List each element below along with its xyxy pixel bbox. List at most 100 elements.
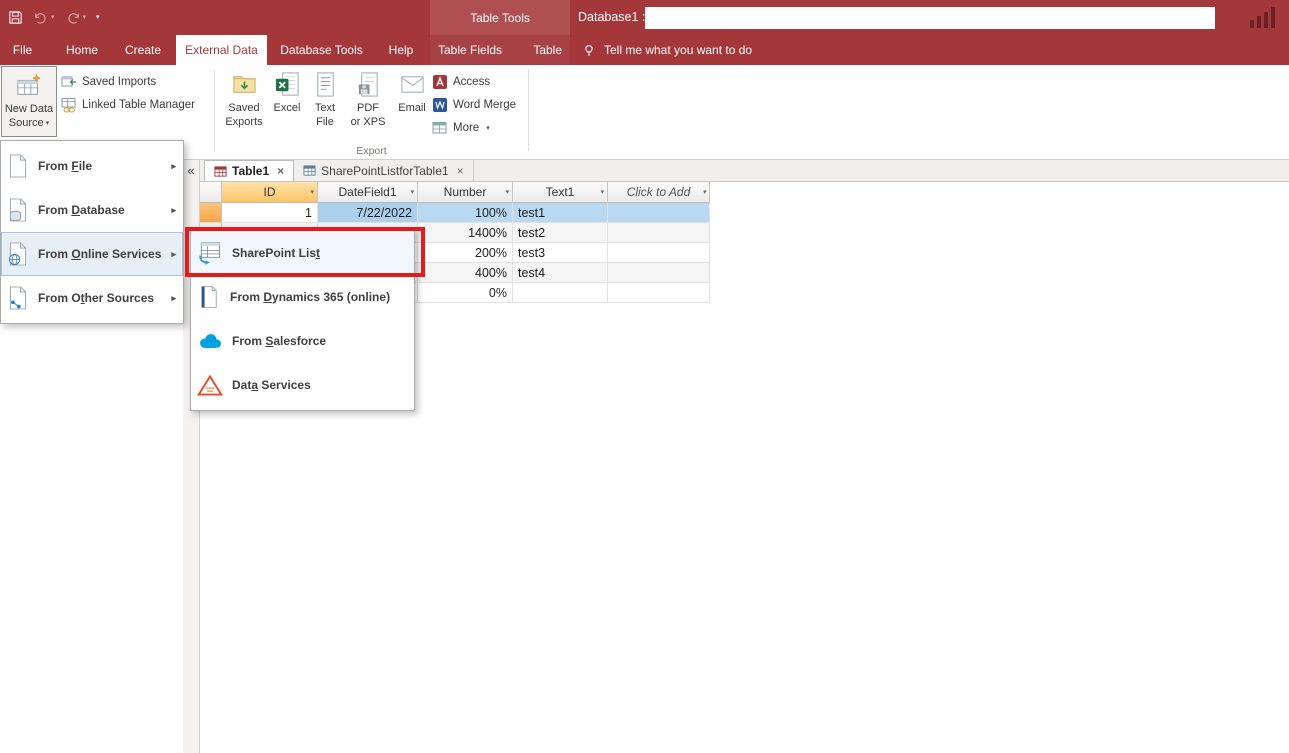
menu-item-label: From Online Services	[38, 247, 162, 261]
cell-number[interactable]: 200%	[418, 243, 513, 263]
cell-click-to-add[interactable]	[608, 203, 710, 223]
tab-create[interactable]: Create	[118, 35, 168, 65]
tell-me-box[interactable]: Tell me what you want to do	[582, 35, 752, 65]
tab-help[interactable]: Help	[380, 35, 422, 65]
qat-customize-button[interactable]: ▾	[96, 14, 100, 21]
column-header-text1[interactable]: Text1 ▾	[513, 182, 608, 203]
column-dropdown-icon[interactable]: ▾	[410, 188, 414, 196]
column-dropdown-icon[interactable]: ▾	[702, 188, 706, 196]
email-icon	[400, 76, 424, 93]
new-data-source-menu: From File ▸ From Database ▸ From Online …	[0, 140, 184, 324]
close-tab-icon[interactable]: ×	[277, 164, 284, 178]
cell-text1[interactable]: test3	[513, 243, 608, 263]
email-button[interactable]: Email	[392, 65, 432, 130]
qat-customize-icon: ▾	[96, 14, 100, 21]
cell-number[interactable]: 1400%	[418, 223, 513, 243]
collapse-pane-icon[interactable]: «	[183, 160, 199, 182]
column-dropdown-icon[interactable]: ▾	[600, 188, 604, 196]
saved-exports-icon	[232, 76, 256, 93]
menu-item-from-database[interactable]: From Database ▸	[1, 188, 183, 232]
save-icon	[9, 11, 22, 24]
cell-number[interactable]: 100%	[418, 203, 513, 223]
undo-button[interactable]: ▾	[33, 11, 55, 25]
cell-number[interactable]: 0%	[418, 283, 513, 303]
export-group-label: Export	[356, 145, 387, 157]
access-window: ▾ ▾ ▾ Table Tools Database1 : File Home …	[0, 0, 1289, 753]
cell-click-to-add[interactable]	[608, 283, 710, 303]
menu-item-sharepoint-list[interactable]: SharePoint List	[191, 231, 414, 275]
group-separator	[528, 69, 529, 151]
column-dropdown-icon[interactable]: ▾	[310, 188, 314, 196]
table-icon	[303, 165, 316, 176]
dynamics-365-icon	[201, 286, 217, 308]
menu-item-from-file[interactable]: From File ▸	[1, 144, 183, 188]
save-button[interactable]	[8, 10, 23, 25]
new-data-source-icon	[17, 73, 41, 95]
file-icon	[9, 154, 27, 178]
export-group: Saved Exports Excel Text File PDF or XPS…	[215, 65, 528, 159]
signal-bars-icon	[1250, 7, 1275, 28]
redo-button[interactable]: ▾	[65, 11, 87, 25]
linked-table-manager-label: Linked Table Manager	[82, 99, 195, 111]
tab-database-tools[interactable]: Database Tools	[276, 35, 367, 65]
new-data-source-button[interactable]: New Data Source ▾	[1, 66, 57, 137]
menu-item-label: Data Services	[232, 378, 311, 392]
cell-datefield1[interactable]: 7/22/2022	[318, 203, 418, 223]
linked-table-manager-button[interactable]: Linked Table Manager	[61, 95, 195, 115]
word-merge-label: Word Merge	[453, 99, 517, 111]
close-tab-icon[interactable]: ×	[457, 164, 464, 178]
menu-item-from-dynamics-365[interactable]: From Dynamics 365 (online)	[191, 275, 414, 319]
column-header-datefield1[interactable]: DateField1 ▾	[318, 182, 418, 203]
cell-text1[interactable]: test4	[513, 263, 608, 283]
document-tab-table1[interactable]: Table1 ×	[204, 160, 295, 181]
cell-id[interactable]: 1	[222, 203, 318, 223]
select-all-corner[interactable]	[200, 182, 222, 203]
document-tab-sharepointlistfortable1[interactable]: SharePointListforTable1 ×	[294, 160, 474, 181]
cell-text1[interactable]: test1	[513, 203, 608, 223]
linked-table-manager-icon	[61, 98, 76, 113]
tab-home[interactable]: Home	[57, 35, 107, 65]
tell-me-label: Tell me what you want to do	[604, 43, 753, 57]
row-selector[interactable]	[200, 203, 222, 223]
submenu-arrow-icon: ▸	[171, 292, 176, 303]
saved-exports-button[interactable]: Saved Exports	[220, 65, 268, 130]
word-merge-button[interactable]: Word Merge	[432, 95, 516, 115]
cell-click-to-add[interactable]	[608, 223, 710, 243]
pdf-xps-button[interactable]: PDF or XPS	[344, 65, 392, 130]
saved-imports-button[interactable]: Saved Imports	[61, 72, 195, 92]
table-row: 1 7/22/2022 100% test1	[200, 203, 710, 223]
text-file-button[interactable]: Text File	[306, 65, 344, 130]
more-export-icon	[432, 122, 447, 134]
column-header-click-to-add[interactable]: Click to Add ▾	[608, 182, 710, 203]
column-header-number[interactable]: Number ▾	[418, 182, 513, 203]
cell-text1[interactable]: test2	[513, 223, 608, 243]
column-dropdown-icon[interactable]: ▾	[505, 188, 509, 196]
cell-click-to-add[interactable]	[608, 243, 710, 263]
document-tab-label: SharePointListforTable1	[321, 163, 449, 178]
access-label: Access	[453, 76, 491, 88]
titlebar-field[interactable]	[645, 7, 1215, 29]
more-export-button[interactable]: More ▾	[432, 118, 516, 138]
menu-item-label: From Salesforce	[232, 334, 327, 348]
tab-external-data[interactable]: External Data	[176, 35, 267, 65]
excel-button[interactable]: Excel	[268, 65, 306, 130]
menu-item-label: SharePoint List	[232, 246, 321, 260]
excel-icon	[275, 72, 299, 96]
cell-click-to-add[interactable]	[608, 263, 710, 283]
tab-file[interactable]: File	[0, 35, 45, 65]
menu-item-from-salesforce[interactable]: From Salesforce	[191, 319, 414, 363]
cell-text1[interactable]	[513, 283, 608, 303]
submenu-arrow-icon: ▸	[171, 248, 176, 259]
tab-table-fields[interactable]: Table Fields	[438, 35, 502, 65]
column-header-id[interactable]: ID ▾	[222, 182, 318, 203]
import-buttons: Saved Imports Linked Table Manager	[61, 72, 195, 115]
undo-dropdown-icon[interactable]: ▾	[51, 14, 55, 21]
menu-item-from-other-sources[interactable]: From Other Sources ▸	[1, 276, 183, 320]
tab-table[interactable]: Table	[533, 35, 562, 65]
cell-number[interactable]: 400%	[418, 263, 513, 283]
menu-item-from-online-services[interactable]: From Online Services ▸	[1, 232, 183, 276]
online-services-submenu: SharePoint List From Dynamics 365 (onlin…	[190, 227, 415, 411]
access-export-button[interactable]: Access	[432, 72, 516, 92]
redo-dropdown-icon[interactable]: ▾	[83, 14, 87, 21]
menu-item-data-services[interactable]: Data Services	[191, 363, 414, 407]
